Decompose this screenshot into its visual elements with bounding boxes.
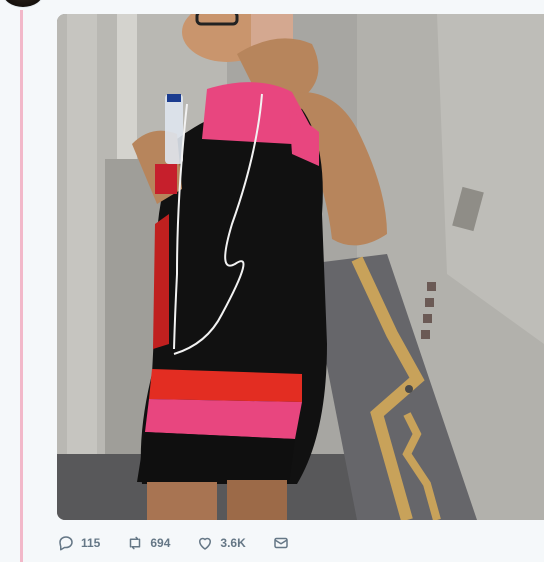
tweet-actions: 115 694 3.6K <box>57 532 316 554</box>
avatar[interactable] <box>2 0 44 8</box>
direct-message-action[interactable] <box>272 534 290 552</box>
photo-elevator-mirror-selfie <box>57 14 544 520</box>
thread-line <box>20 10 23 562</box>
reply-icon <box>59 536 73 551</box>
like-count: 3.6K <box>220 536 246 550</box>
retweet-action[interactable]: 694 <box>126 534 170 552</box>
direct-message-icon <box>274 537 288 549</box>
reply-action[interactable]: 115 <box>57 534 100 552</box>
tweet-photo[interactable] <box>57 14 544 520</box>
like-icon <box>199 537 212 550</box>
like-action[interactable]: 3.6K <box>196 534 246 552</box>
retweet-count: 694 <box>150 536 171 550</box>
reply-count: 115 <box>81 536 101 550</box>
retweet-icon <box>130 536 141 550</box>
tweet: 115 694 3.6K <box>0 0 544 562</box>
